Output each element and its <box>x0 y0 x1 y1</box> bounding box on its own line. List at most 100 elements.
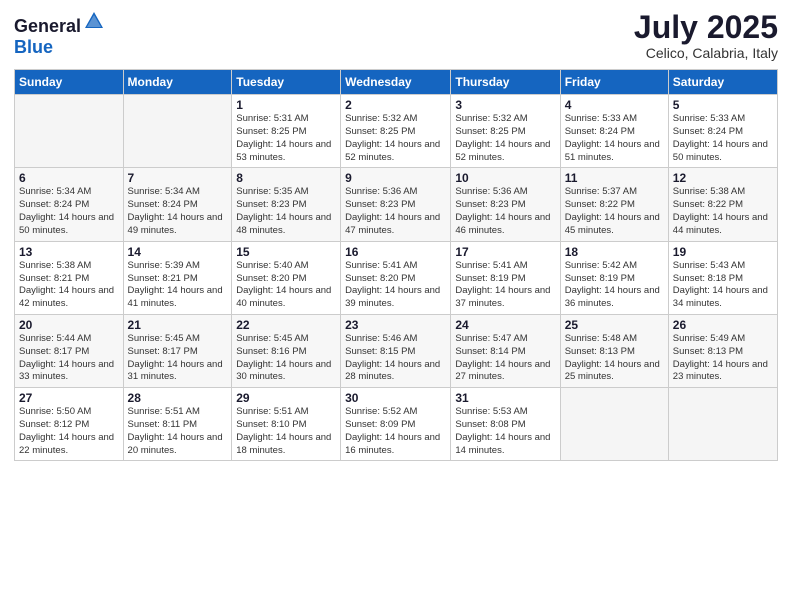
header: General Blue July 2025 Celico, Calabria,… <box>14 10 778 61</box>
weekday-header-row: Sunday Monday Tuesday Wednesday Thursday… <box>15 70 778 95</box>
day-number: 17 <box>455 245 555 259</box>
calendar-cell: 17Sunrise: 5:41 AM Sunset: 8:19 PM Dayli… <box>451 241 560 314</box>
calendar-cell <box>560 388 668 461</box>
day-info: Sunrise: 5:38 AM Sunset: 8:21 PM Dayligh… <box>19 260 119 311</box>
day-number: 7 <box>128 171 228 185</box>
calendar-cell: 5Sunrise: 5:33 AM Sunset: 8:24 PM Daylig… <box>668 95 777 168</box>
day-number: 19 <box>673 245 773 259</box>
day-info: Sunrise: 5:38 AM Sunset: 8:22 PM Dayligh… <box>673 186 773 237</box>
calendar-cell: 1Sunrise: 5:31 AM Sunset: 8:25 PM Daylig… <box>232 95 341 168</box>
calendar-cell: 19Sunrise: 5:43 AM Sunset: 8:18 PM Dayli… <box>668 241 777 314</box>
calendar-cell: 4Sunrise: 5:33 AM Sunset: 8:24 PM Daylig… <box>560 95 668 168</box>
day-number: 30 <box>345 391 446 405</box>
day-number: 10 <box>455 171 555 185</box>
calendar-cell: 22Sunrise: 5:45 AM Sunset: 8:16 PM Dayli… <box>232 314 341 387</box>
day-number: 26 <box>673 318 773 332</box>
calendar-cell: 11Sunrise: 5:37 AM Sunset: 8:22 PM Dayli… <box>560 168 668 241</box>
day-info: Sunrise: 5:41 AM Sunset: 8:20 PM Dayligh… <box>345 260 446 311</box>
day-number: 5 <box>673 98 773 112</box>
day-number: 20 <box>19 318 119 332</box>
day-info: Sunrise: 5:31 AM Sunset: 8:25 PM Dayligh… <box>236 113 336 164</box>
header-saturday: Saturday <box>668 70 777 95</box>
day-number: 18 <box>565 245 664 259</box>
day-number: 31 <box>455 391 555 405</box>
calendar-cell: 27Sunrise: 5:50 AM Sunset: 8:12 PM Dayli… <box>15 388 124 461</box>
logo-icon <box>83 10 105 32</box>
day-info: Sunrise: 5:51 AM Sunset: 8:10 PM Dayligh… <box>236 406 336 457</box>
day-info: Sunrise: 5:50 AM Sunset: 8:12 PM Dayligh… <box>19 406 119 457</box>
day-info: Sunrise: 5:36 AM Sunset: 8:23 PM Dayligh… <box>455 186 555 237</box>
calendar-cell: 13Sunrise: 5:38 AM Sunset: 8:21 PM Dayli… <box>15 241 124 314</box>
day-info: Sunrise: 5:33 AM Sunset: 8:24 PM Dayligh… <box>565 113 664 164</box>
calendar-cell: 23Sunrise: 5:46 AM Sunset: 8:15 PM Dayli… <box>341 314 451 387</box>
header-sunday: Sunday <box>15 70 124 95</box>
day-number: 23 <box>345 318 446 332</box>
day-info: Sunrise: 5:34 AM Sunset: 8:24 PM Dayligh… <box>19 186 119 237</box>
calendar-cell: 29Sunrise: 5:51 AM Sunset: 8:10 PM Dayli… <box>232 388 341 461</box>
calendar-cell: 8Sunrise: 5:35 AM Sunset: 8:23 PM Daylig… <box>232 168 341 241</box>
day-number: 29 <box>236 391 336 405</box>
day-info: Sunrise: 5:39 AM Sunset: 8:21 PM Dayligh… <box>128 260 228 311</box>
location: Celico, Calabria, Italy <box>634 45 778 61</box>
month-year: July 2025 <box>634 10 778 45</box>
day-info: Sunrise: 5:32 AM Sunset: 8:25 PM Dayligh… <box>345 113 446 164</box>
calendar-cell: 31Sunrise: 5:53 AM Sunset: 8:08 PM Dayli… <box>451 388 560 461</box>
header-wednesday: Wednesday <box>341 70 451 95</box>
title-block: July 2025 Celico, Calabria, Italy <box>634 10 778 61</box>
calendar-cell: 7Sunrise: 5:34 AM Sunset: 8:24 PM Daylig… <box>123 168 232 241</box>
logo-blue: Blue <box>14 37 53 57</box>
day-number: 21 <box>128 318 228 332</box>
day-info: Sunrise: 5:41 AM Sunset: 8:19 PM Dayligh… <box>455 260 555 311</box>
day-number: 15 <box>236 245 336 259</box>
calendar-week-2: 6Sunrise: 5:34 AM Sunset: 8:24 PM Daylig… <box>15 168 778 241</box>
day-info: Sunrise: 5:37 AM Sunset: 8:22 PM Dayligh… <box>565 186 664 237</box>
logo: General Blue <box>14 10 105 58</box>
day-info: Sunrise: 5:43 AM Sunset: 8:18 PM Dayligh… <box>673 260 773 311</box>
day-info: Sunrise: 5:33 AM Sunset: 8:24 PM Dayligh… <box>673 113 773 164</box>
header-friday: Friday <box>560 70 668 95</box>
calendar-cell: 21Sunrise: 5:45 AM Sunset: 8:17 PM Dayli… <box>123 314 232 387</box>
day-number: 14 <box>128 245 228 259</box>
calendar-cell: 28Sunrise: 5:51 AM Sunset: 8:11 PM Dayli… <box>123 388 232 461</box>
header-thursday: Thursday <box>451 70 560 95</box>
day-number: 8 <box>236 171 336 185</box>
calendar-cell <box>123 95 232 168</box>
day-number: 3 <box>455 98 555 112</box>
day-number: 9 <box>345 171 446 185</box>
day-info: Sunrise: 5:34 AM Sunset: 8:24 PM Dayligh… <box>128 186 228 237</box>
calendar-cell: 20Sunrise: 5:44 AM Sunset: 8:17 PM Dayli… <box>15 314 124 387</box>
day-number: 27 <box>19 391 119 405</box>
day-number: 22 <box>236 318 336 332</box>
calendar-cell: 9Sunrise: 5:36 AM Sunset: 8:23 PM Daylig… <box>341 168 451 241</box>
day-info: Sunrise: 5:46 AM Sunset: 8:15 PM Dayligh… <box>345 333 446 384</box>
calendar-cell: 2Sunrise: 5:32 AM Sunset: 8:25 PM Daylig… <box>341 95 451 168</box>
day-number: 1 <box>236 98 336 112</box>
day-number: 6 <box>19 171 119 185</box>
calendar-week-1: 1Sunrise: 5:31 AM Sunset: 8:25 PM Daylig… <box>15 95 778 168</box>
calendar-cell: 14Sunrise: 5:39 AM Sunset: 8:21 PM Dayli… <box>123 241 232 314</box>
day-number: 25 <box>565 318 664 332</box>
page-container: General Blue July 2025 Celico, Calabria,… <box>0 0 792 471</box>
day-info: Sunrise: 5:51 AM Sunset: 8:11 PM Dayligh… <box>128 406 228 457</box>
day-info: Sunrise: 5:45 AM Sunset: 8:16 PM Dayligh… <box>236 333 336 384</box>
calendar-cell <box>668 388 777 461</box>
day-number: 4 <box>565 98 664 112</box>
day-number: 16 <box>345 245 446 259</box>
calendar-cell: 16Sunrise: 5:41 AM Sunset: 8:20 PM Dayli… <box>341 241 451 314</box>
day-number: 28 <box>128 391 228 405</box>
calendar-cell <box>15 95 124 168</box>
calendar-cell: 12Sunrise: 5:38 AM Sunset: 8:22 PM Dayli… <box>668 168 777 241</box>
day-info: Sunrise: 5:36 AM Sunset: 8:23 PM Dayligh… <box>345 186 446 237</box>
day-info: Sunrise: 5:49 AM Sunset: 8:13 PM Dayligh… <box>673 333 773 384</box>
header-tuesday: Tuesday <box>232 70 341 95</box>
day-number: 13 <box>19 245 119 259</box>
calendar-cell: 15Sunrise: 5:40 AM Sunset: 8:20 PM Dayli… <box>232 241 341 314</box>
day-info: Sunrise: 5:44 AM Sunset: 8:17 PM Dayligh… <box>19 333 119 384</box>
day-number: 11 <box>565 171 664 185</box>
calendar-cell: 25Sunrise: 5:48 AM Sunset: 8:13 PM Dayli… <box>560 314 668 387</box>
calendar-week-4: 20Sunrise: 5:44 AM Sunset: 8:17 PM Dayli… <box>15 314 778 387</box>
day-number: 24 <box>455 318 555 332</box>
logo-general: General <box>14 16 81 36</box>
calendar-cell: 6Sunrise: 5:34 AM Sunset: 8:24 PM Daylig… <box>15 168 124 241</box>
day-info: Sunrise: 5:47 AM Sunset: 8:14 PM Dayligh… <box>455 333 555 384</box>
